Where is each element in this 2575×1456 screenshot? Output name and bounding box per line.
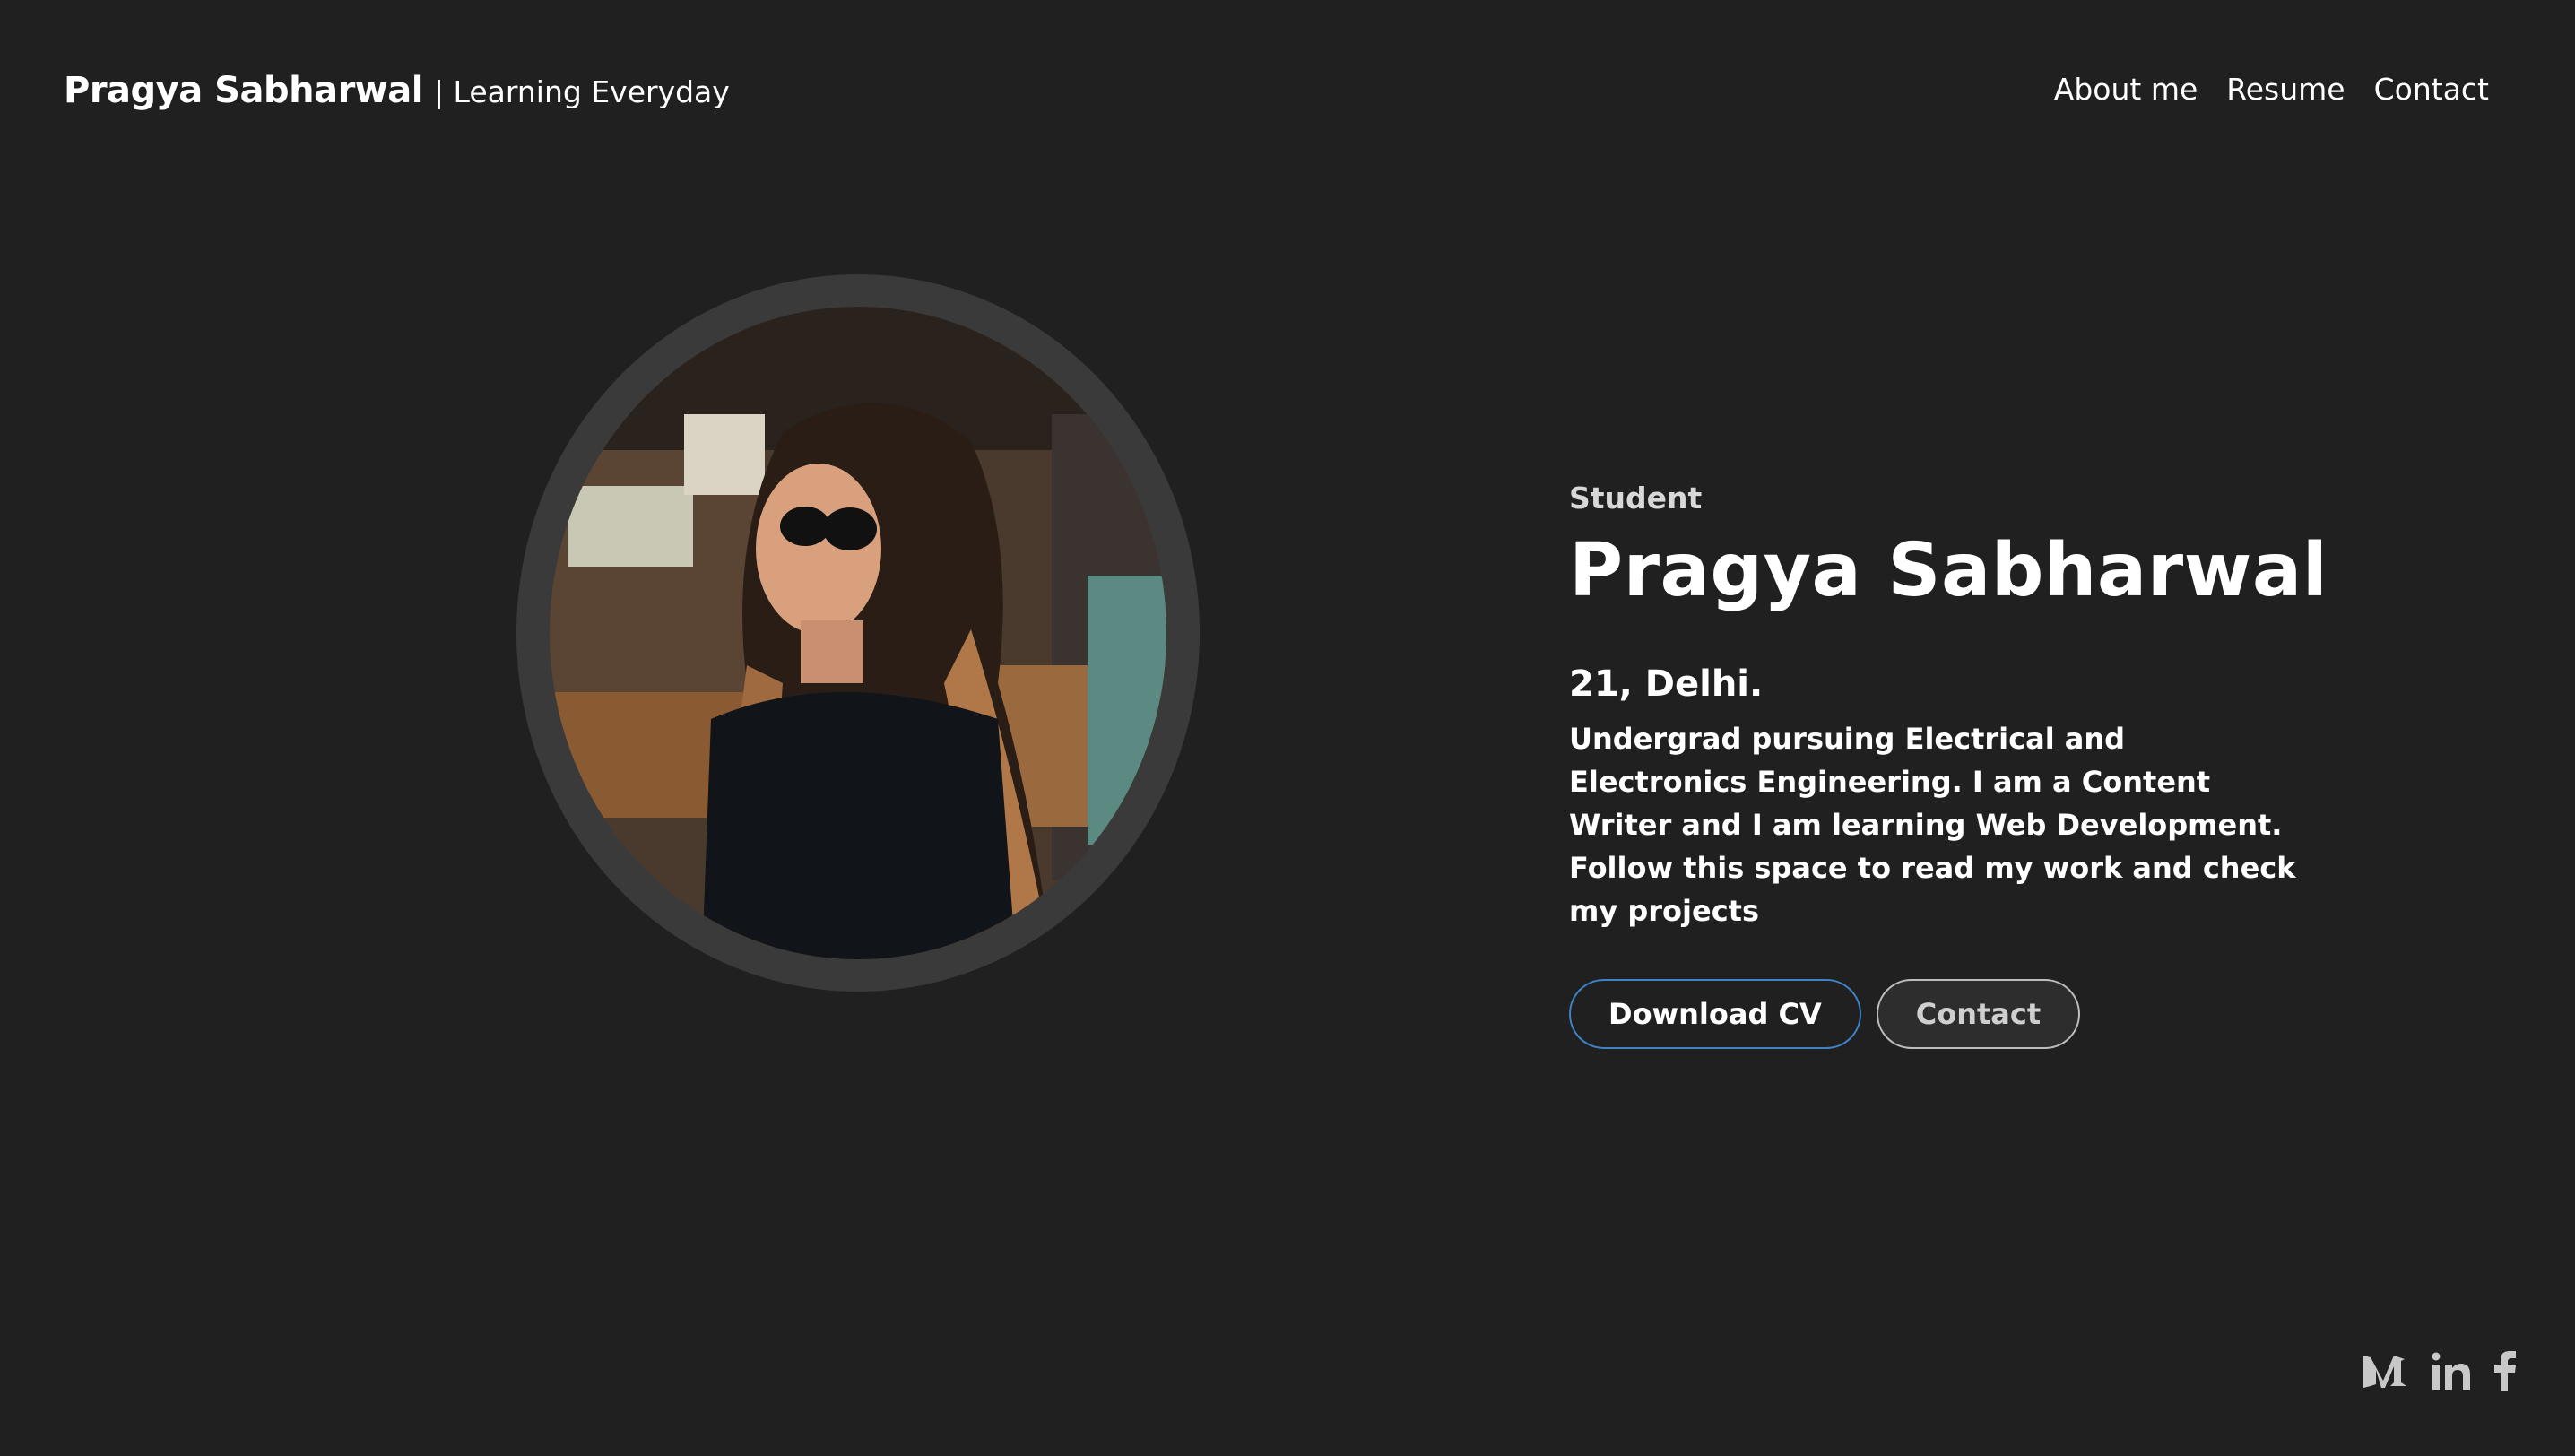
avatar-ring xyxy=(516,274,1200,992)
nav-about-me[interactable]: About me xyxy=(2054,72,2198,107)
hero-section: Student Pragya Sabharwal 21, Delhi. Unde… xyxy=(1569,481,2376,1049)
hero-actions: Download CV Contact xyxy=(1569,979,2376,1049)
main-nav: About me Resume Contact xyxy=(2054,72,2489,107)
social-links xyxy=(2363,1350,2516,1391)
hero-role: Student xyxy=(1569,481,1703,516)
portfolio-page: Pragya Sabharwal | Learning Everyday Abo… xyxy=(0,0,2575,1456)
hero-bio: Undergrad pursuing Electrical and Electr… xyxy=(1569,722,2296,928)
profile-photo xyxy=(550,307,1166,959)
medium-icon[interactable] xyxy=(2363,1352,2408,1390)
hero-name: Pragya Sabharwal xyxy=(1569,528,2328,613)
facebook-icon[interactable] xyxy=(2494,1350,2516,1391)
brand-name: Pragya Sabharwal xyxy=(64,70,423,111)
brand-link[interactable]: Pragya Sabharwal | Learning Everyday xyxy=(64,70,730,111)
contact-button[interactable]: Contact xyxy=(1876,979,2081,1049)
download-cv-button[interactable]: Download CV xyxy=(1569,979,1861,1049)
brand-tagline: | Learning Everyday xyxy=(433,74,730,109)
nav-resume[interactable]: Resume xyxy=(2226,72,2345,107)
linkedin-icon[interactable] xyxy=(2432,1352,2471,1390)
hero-age-location: 21, Delhi. xyxy=(1569,663,1764,705)
nav-contact[interactable]: Contact xyxy=(2374,72,2489,107)
